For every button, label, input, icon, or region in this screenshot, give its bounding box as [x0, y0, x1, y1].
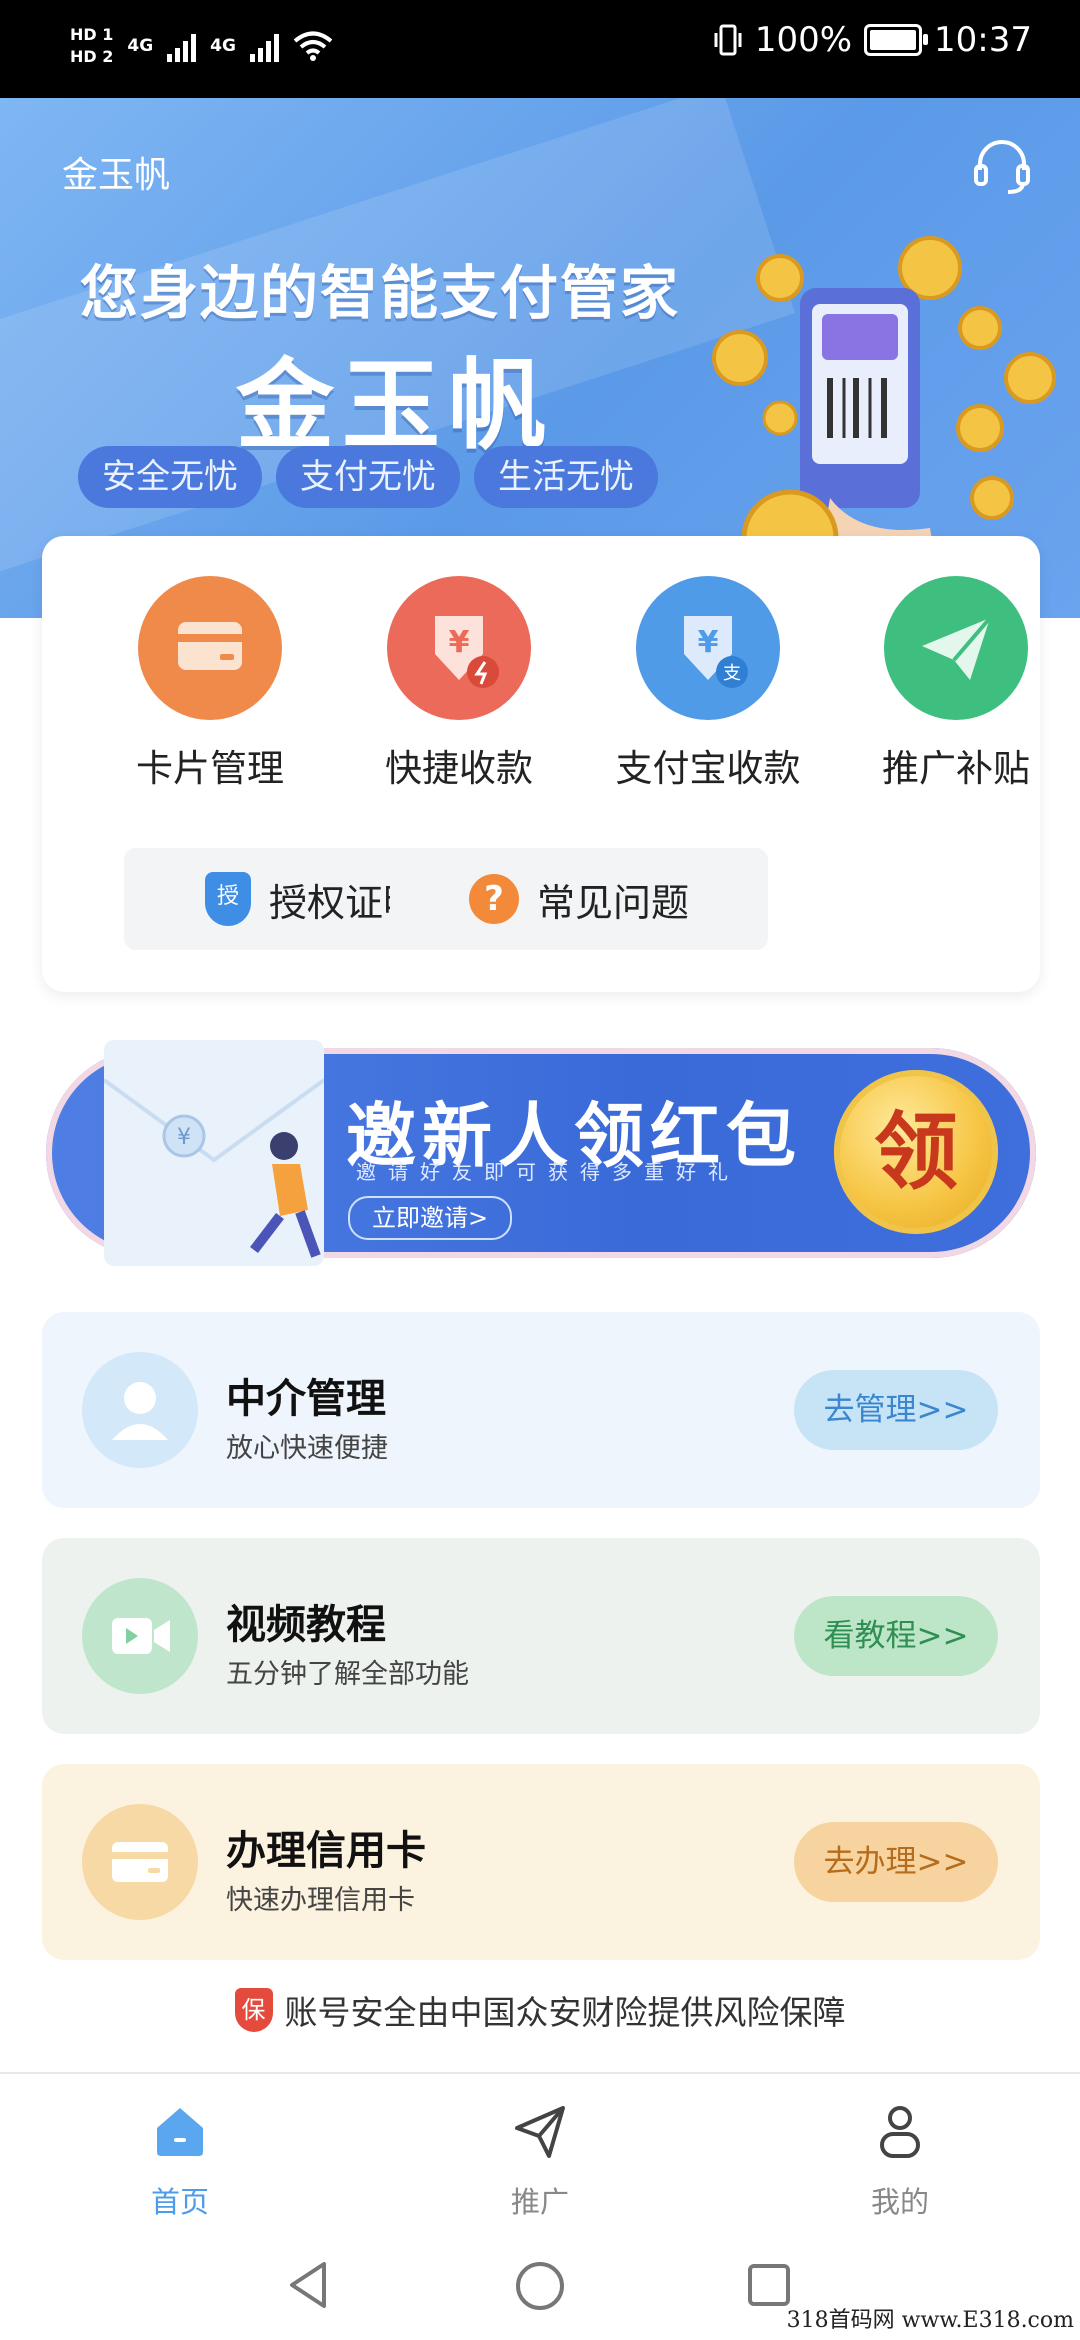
- quick-actions-card: 卡片管理 ¥ 快捷收款 ¥ 支 支付宝收款 推广补贴 授 授权证明 ? 常见问题: [42, 536, 1040, 992]
- network-2-label: 4G: [210, 36, 236, 56]
- video-camera-icon: [82, 1578, 198, 1694]
- tag-life: 生活无忧: [474, 446, 658, 508]
- clock: 10:37: [934, 20, 1032, 60]
- insurance-shield-icon: 保: [234, 1988, 273, 2032]
- slogan: 您身边的智能支付管家: [80, 259, 681, 327]
- shield-auth-icon: 授: [204, 872, 251, 926]
- system-nav-bar: 318首码网 www.E318.com: [0, 2232, 1080, 2340]
- faq-button[interactable]: ? 常见问题: [390, 848, 768, 950]
- quick-promo-subsidy[interactable]: 推广补贴: [846, 576, 1066, 792]
- question-icon: ?: [468, 874, 519, 924]
- bottom-tab-bar: 首页 推广 我的: [0, 2072, 1080, 2234]
- home-icon: [157, 2108, 203, 2156]
- tag-safety: 安全无忧: [78, 446, 262, 508]
- quick-card-management-label: 卡片管理: [136, 747, 284, 790]
- recents-nav-icon[interactable]: [746, 2262, 792, 2308]
- benefit-tags: 安全无忧 支付无忧 生活无忧: [78, 446, 658, 508]
- apply-card-button[interactable]: 去办理>>: [794, 1822, 998, 1902]
- quick-fast-collect[interactable]: ¥ 快捷收款: [349, 576, 569, 792]
- insurance-text: 账号安全由中国众安财险提供风险保障: [284, 1993, 846, 2032]
- svg-text:¥: ¥: [698, 625, 719, 660]
- go-manage-button[interactable]: 去管理>>: [794, 1370, 998, 1450]
- hd-indicator: HD 1 HD 2: [70, 26, 113, 66]
- yuan-flash-icon: ¥: [387, 576, 531, 720]
- watch-tutorial-button[interactable]: 看教程>>: [794, 1596, 998, 1676]
- agent-management-subtitle: 放心快速便捷: [226, 1433, 388, 1464]
- tab-home[interactable]: 首页: [100, 2100, 260, 2221]
- agent-person-icon: [82, 1352, 198, 1468]
- svg-text:支: 支: [723, 663, 741, 684]
- send-icon: [515, 2106, 565, 2158]
- invite-banner[interactable]: ¥ 邀新人领红包 邀请好友即可获得多重好礼 立即邀请> 领: [46, 1040, 1036, 1266]
- customer-service-icon[interactable]: [970, 134, 1034, 198]
- home-nav-icon[interactable]: [514, 2260, 566, 2312]
- yuan-alipay-icon: ¥ 支: [636, 576, 780, 720]
- status-right: 100% 10:37: [713, 20, 1032, 60]
- credit-card-icon: [82, 1804, 198, 1920]
- signal-2-icon: [249, 30, 279, 62]
- tab-home-label: 首页: [150, 2185, 209, 2219]
- card-icon: [138, 576, 282, 720]
- quick-alipay-collect[interactable]: ¥ 支 支付宝收款: [598, 576, 818, 792]
- battery-icon: [864, 24, 929, 56]
- credit-card-row[interactable]: 办理信用卡 快速办理信用卡 去办理>>: [42, 1764, 1040, 1960]
- envelope-illustration: ¥: [102, 1040, 326, 1266]
- invite-now-button[interactable]: 立即邀请>: [348, 1196, 513, 1240]
- video-tutorial-title: 视频教程: [226, 1602, 386, 1648]
- signal-1-icon: [167, 30, 197, 62]
- svg-text:¥: ¥: [177, 1125, 191, 1150]
- quick-alipay-collect-label: 支付宝收款: [615, 747, 801, 790]
- vibrate-icon: [714, 24, 742, 56]
- claim-coin[interactable]: 领: [834, 1070, 998, 1234]
- tag-payment: 支付无忧: [276, 446, 460, 508]
- network-1-label: 4G: [127, 36, 154, 56]
- quick-promo-subsidy-label: 推广补贴: [882, 747, 1030, 790]
- agent-management-row[interactable]: 中介管理 放心快速便捷 去管理>>: [42, 1312, 1040, 1508]
- wifi-icon: [293, 31, 333, 61]
- battery-percent: 100%: [754, 20, 853, 60]
- faq-label: 常见问题: [536, 880, 689, 925]
- profile-icon: [880, 2106, 920, 2158]
- site-watermark: 318首码网 www.E318.com: [786, 2308, 1074, 2333]
- video-tutorial-subtitle: 五分钟了解全部功能: [226, 1659, 469, 1690]
- app-name: 金玉帆: [62, 155, 171, 196]
- tab-mine[interactable]: 我的: [820, 2100, 980, 2221]
- video-tutorial-row[interactable]: 视频教程 五分钟了解全部功能 看教程>>: [42, 1538, 1040, 1734]
- hd2-label: HD 2: [70, 47, 114, 66]
- svg-text:¥: ¥: [449, 625, 470, 660]
- credit-card-title: 办理信用卡: [226, 1828, 426, 1874]
- quick-fast-collect-label: 快捷收款: [385, 747, 533, 790]
- invite-subtitle: 邀请好友即可获得多重好礼: [356, 1160, 740, 1184]
- tab-mine-label: 我的: [870, 2185, 929, 2219]
- tab-promote[interactable]: 推广: [460, 2100, 620, 2221]
- agent-management-title: 中介管理: [226, 1376, 386, 1422]
- quick-card-management[interactable]: 卡片管理: [100, 576, 320, 792]
- insurance-note: 保 账号安全由中国众安财险提供风险保障: [0, 1986, 1080, 2034]
- paper-plane-icon: [884, 576, 1028, 720]
- status-left: HD 1 HD 2 4G 4G: [70, 26, 333, 66]
- tab-promote-label: 推广: [510, 2185, 569, 2219]
- hd1-label: HD 1: [70, 25, 114, 44]
- credit-card-subtitle: 快速办理信用卡: [226, 1885, 415, 1916]
- back-nav-icon[interactable]: [286, 2260, 330, 2310]
- status-bar: HD 1 HD 2 4G 4G 100% 10:37: [0, 0, 1080, 98]
